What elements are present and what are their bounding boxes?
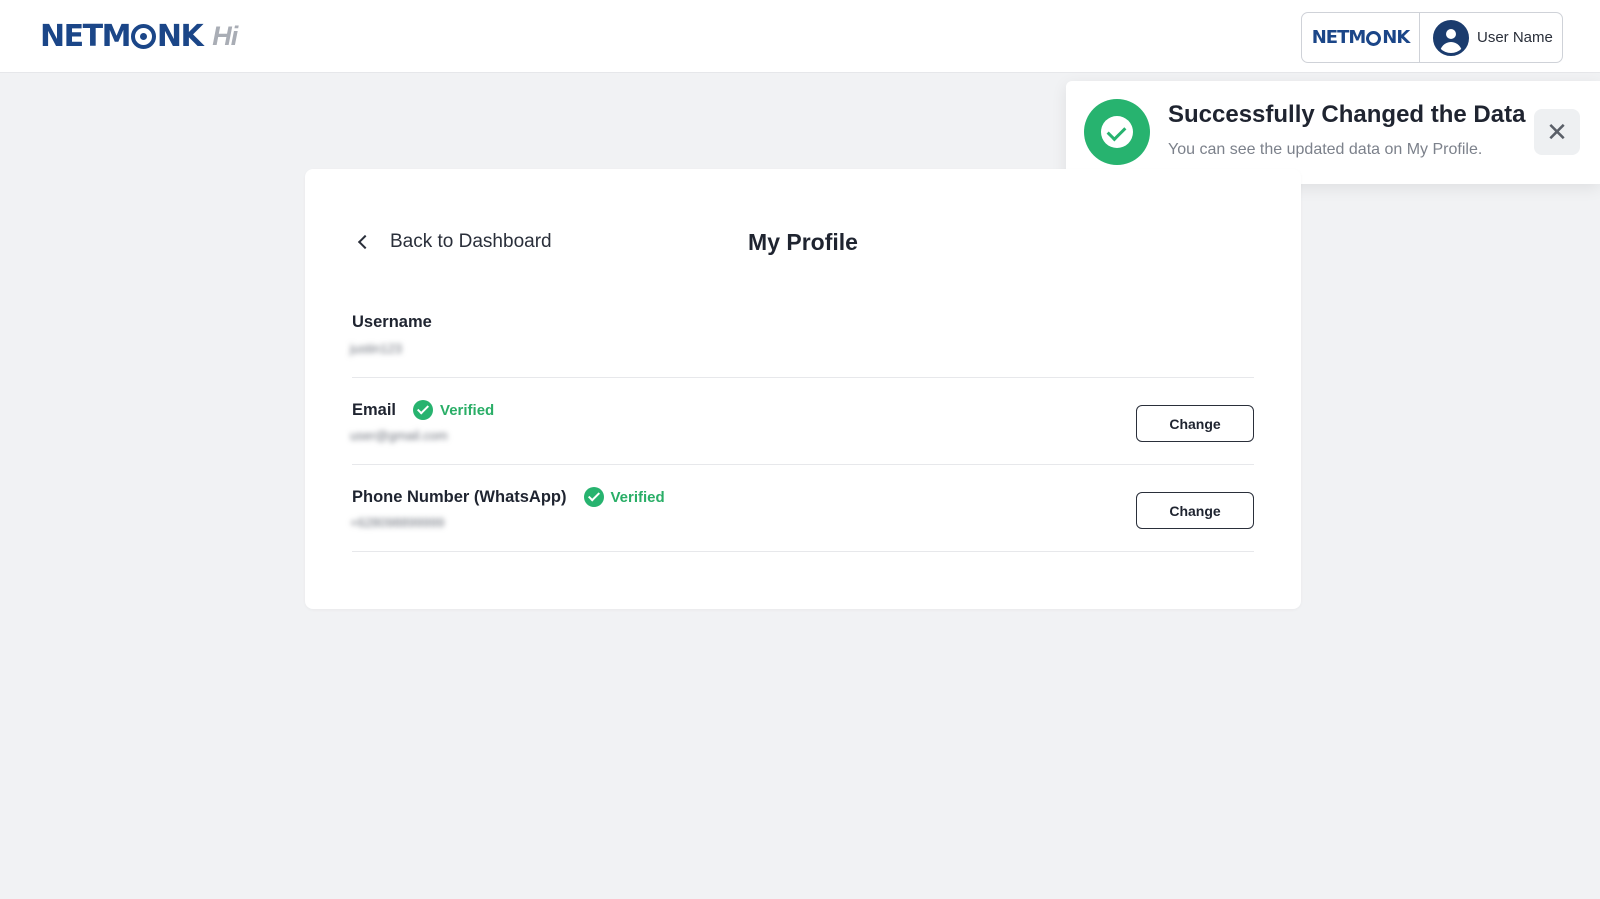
username-row: Username justin123: [350, 291, 1254, 378]
verified-badge: Verified: [413, 400, 494, 420]
profile-card: Back to Dashboard My Profile Username ju…: [305, 169, 1301, 609]
verified-check-icon: [413, 400, 434, 420]
user-name: User Name: [1477, 29, 1553, 46]
email-value: user@gmail.com: [350, 428, 448, 443]
page-title: My Profile: [748, 229, 858, 255]
phone-label: Phone Number (WhatsApp): [352, 487, 567, 506]
verified-check-icon: [583, 487, 604, 507]
user-avatar-icon: [1433, 19, 1469, 56]
success-check-icon: [1084, 99, 1150, 165]
phone-value: +628098899999: [350, 515, 445, 530]
phone-row: Phone Number (WhatsApp) Verified +628098…: [350, 465, 1254, 552]
brand-o-glyph: [130, 23, 156, 49]
email-row: Email Verified user@gmail.com Change: [350, 378, 1254, 465]
field-label: Username: [352, 313, 432, 332]
partner-logo: NETM NK: [1302, 13, 1420, 62]
verified-badge: Verified: [583, 487, 665, 507]
verified-label: Verified: [440, 401, 495, 419]
username-value: justin123: [350, 341, 403, 356]
username-label: Username: [352, 313, 432, 331]
change-email-button[interactable]: Change: [1136, 405, 1254, 442]
email-label: Email: [352, 400, 397, 419]
toast-title: Successfully Changed the Data: [1168, 101, 1526, 128]
toast-message: You can see the updated data on My Profi…: [1168, 141, 1483, 158]
verified-label: Verified: [610, 488, 665, 506]
field-label: Email Verified: [352, 400, 494, 420]
field-label: Phone Number (WhatsApp) Verified: [352, 487, 665, 507]
netmonk-logo[interactable]: NETM NK Hi: [40, 18, 238, 54]
brand-wordmark: NETM NK: [40, 18, 204, 54]
brand-suffix: Hi: [212, 20, 238, 51]
top-bar: NETM NK Hi NETM NK User Name: [0, 0, 1600, 73]
change-phone-button[interactable]: Change: [1136, 492, 1254, 529]
user-menu[interactable]: NETM NK User Name: [1301, 12, 1563, 63]
close-icon[interactable]: ✕: [1534, 109, 1580, 155]
